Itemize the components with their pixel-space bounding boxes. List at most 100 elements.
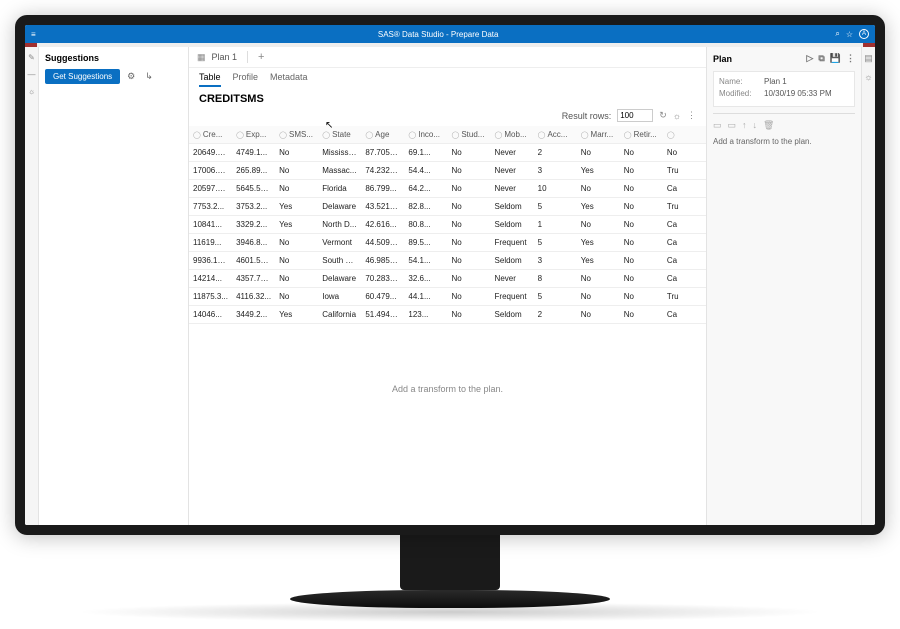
- table-cell: 17006.1...: [189, 162, 232, 180]
- get-suggestions-button[interactable]: Get Suggestions: [45, 69, 120, 84]
- refresh-icon[interactable]: ↻: [659, 110, 667, 121]
- flow-icon[interactable]: ↳: [142, 70, 156, 83]
- plan-name-label: Name:: [719, 77, 764, 86]
- table-row[interactable]: 20597.9...5645.58...NoFlorida86.799...64…: [189, 180, 706, 198]
- table-cell: 9936.12...: [189, 252, 232, 270]
- table-row[interactable]: 9936.12...4601.58...NoSouth C...46.9855.…: [189, 252, 706, 270]
- add-plan-icon[interactable]: +: [258, 51, 264, 63]
- table-row[interactable]: 14214...4357.76...NoDelaware70.2834...32…: [189, 270, 706, 288]
- table-cell: Yes: [577, 162, 620, 180]
- table-cell: 44.1...: [404, 288, 447, 306]
- column-header[interactable]: ◯State: [318, 126, 361, 144]
- rail-divider: ―: [28, 70, 36, 79]
- table-row[interactable]: 10841...3329.2...YesNorth D...42.616...8…: [189, 216, 706, 234]
- column-header[interactable]: ◯Acc...: [534, 126, 577, 144]
- center-pane: ▦ Plan 1 + Table Profile Metadata CREDIT…: [189, 47, 706, 525]
- column-header[interactable]: ◯Age: [361, 126, 404, 144]
- table-cell: California: [318, 306, 361, 324]
- hamburger-icon[interactable]: ≡: [31, 30, 41, 39]
- right-rail-lightbulb-icon[interactable]: ☼: [864, 72, 872, 82]
- step-branch-icon[interactable]: ▭: [728, 120, 737, 131]
- panel-more-icon[interactable]: ⋮: [846, 53, 855, 64]
- table-cell: No: [447, 234, 490, 252]
- table-cell: No: [275, 270, 318, 288]
- table-cell: No: [447, 270, 490, 288]
- table-cell: 5: [534, 198, 577, 216]
- plan-modified-label: Modified:: [719, 89, 764, 98]
- column-header[interactable]: ◯SMS...: [275, 126, 318, 144]
- table-cell: Frequent: [491, 288, 534, 306]
- table-cell: No: [447, 216, 490, 234]
- table-cell: No: [275, 288, 318, 306]
- lightbulb-icon[interactable]: ☼: [673, 111, 681, 121]
- step-down-icon[interactable]: ↓: [753, 120, 758, 131]
- column-header[interactable]: ◯Stud...: [447, 126, 490, 144]
- step-up-icon[interactable]: ↑: [742, 120, 747, 131]
- more-icon[interactable]: ⋮: [687, 110, 696, 121]
- column-header[interactable]: ◯: [663, 126, 706, 144]
- settings-icon[interactable]: ⚙: [124, 70, 138, 83]
- column-header[interactable]: ◯Cre...: [189, 126, 232, 144]
- table-cell: 70.2834...: [361, 270, 404, 288]
- table-row[interactable]: 17006.1...265.89...NoMassac...74.2321...…: [189, 162, 706, 180]
- right-rail: ▤ ☼: [861, 47, 875, 525]
- table-cell: 10: [534, 180, 577, 198]
- table-cell: No: [620, 162, 663, 180]
- table-cell: North D...: [318, 216, 361, 234]
- result-rows-input[interactable]: [617, 109, 653, 122]
- table-cell: 54.1...: [404, 252, 447, 270]
- table-cell: No: [577, 144, 620, 162]
- table-cell: No: [663, 144, 706, 162]
- table-cell: 123...: [404, 306, 447, 324]
- step-delete-icon[interactable]: 🗑: [763, 120, 774, 131]
- table-cell: No: [447, 198, 490, 216]
- data-grid: ◯Cre...◯Exp...◯SMS...◯State◯Age◯Inco...◯…: [189, 126, 706, 324]
- right-rail-panel-icon[interactable]: ▤: [864, 53, 873, 64]
- bell-icon[interactable]: ☆: [846, 30, 853, 39]
- table-cell: Iowa: [318, 288, 361, 306]
- table-row[interactable]: 7753.2...3753.2...YesDelaware43.5210...8…: [189, 198, 706, 216]
- tab-table[interactable]: Table: [199, 72, 221, 87]
- table-cell: Seldom: [491, 252, 534, 270]
- step-add-icon[interactable]: ▭: [713, 120, 722, 131]
- table-row[interactable]: 11619...3946.8...NoVermont44.5090...89.5…: [189, 234, 706, 252]
- table-cell: Yes: [275, 198, 318, 216]
- plan-hint: Add a transform to the plan.: [713, 137, 855, 146]
- table-cell: 43.5210...: [361, 198, 404, 216]
- plan-tab[interactable]: Plan 1: [212, 52, 238, 62]
- table-cell: 20649.1...: [189, 144, 232, 162]
- column-header[interactable]: ◯Retir...: [620, 126, 663, 144]
- table-row[interactable]: 11875.3...4116.32...NoIowa60.479...44.1.…: [189, 288, 706, 306]
- table-cell: Tru: [663, 198, 706, 216]
- table-cell: Massac...: [318, 162, 361, 180]
- tab-profile[interactable]: Profile: [233, 72, 259, 87]
- table-cell: No: [620, 252, 663, 270]
- table-row[interactable]: 20649.1...4749.1...NoMississip...87.7054…: [189, 144, 706, 162]
- column-header[interactable]: ◯Mob...: [491, 126, 534, 144]
- plan-tab-icon: ▦: [197, 52, 206, 63]
- table-cell: Delaware: [318, 270, 361, 288]
- table-cell: 87.7054...: [361, 144, 404, 162]
- save-icon[interactable]: 💾: [830, 53, 841, 64]
- tab-metadata[interactable]: Metadata: [270, 72, 308, 87]
- table-cell: 1: [534, 216, 577, 234]
- rail-wand-icon[interactable]: ✎: [28, 53, 35, 62]
- column-header[interactable]: ◯Marr...: [577, 126, 620, 144]
- rail-lightbulb-icon[interactable]: ☼: [28, 87, 35, 96]
- column-header[interactable]: ◯Inco...: [404, 126, 447, 144]
- table-cell: 3329.2...: [232, 216, 275, 234]
- table-cell: Yes: [275, 306, 318, 324]
- table-cell: 3: [534, 162, 577, 180]
- search-icon[interactable]: ⌕: [835, 29, 839, 39]
- plan-tabstrip: ▦ Plan 1 +: [189, 47, 706, 68]
- table-cell: Delaware: [318, 198, 361, 216]
- column-header[interactable]: ◯Exp...: [232, 126, 275, 144]
- table-cell: 2: [534, 306, 577, 324]
- run-icon[interactable]: ▷: [806, 53, 813, 64]
- table-cell: Yes: [577, 198, 620, 216]
- table-row[interactable]: 14046...3449.2...YesCalifornia51.4942...…: [189, 306, 706, 324]
- table-cell: 69.1...: [404, 144, 447, 162]
- copy-icon[interactable]: ⧉: [818, 53, 824, 64]
- user-avatar[interactable]: A: [859, 29, 869, 39]
- table-cell: No: [275, 180, 318, 198]
